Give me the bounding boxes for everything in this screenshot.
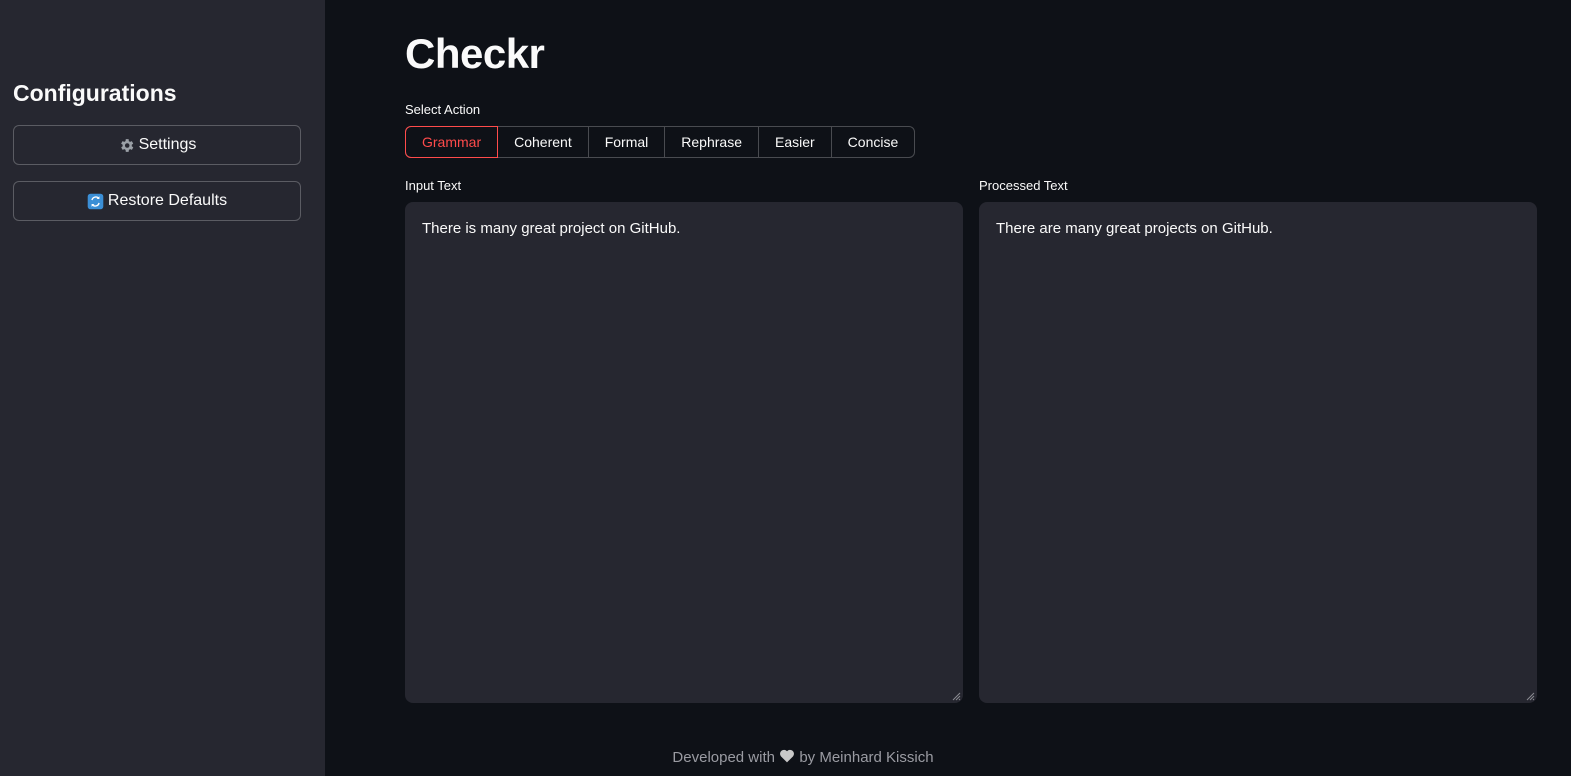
action-coherent[interactable]: Coherent xyxy=(498,127,589,157)
gear-icon xyxy=(118,137,135,154)
processed-text-value: There are many great projects on GitHub. xyxy=(996,220,1273,237)
action-segmented-control: Grammar Coherent Formal Rephrase Easier … xyxy=(405,126,916,158)
action-formal[interactable]: Formal xyxy=(589,127,666,157)
select-action-label: Select Action xyxy=(405,102,481,117)
footer-suffix: by Meinhard Kissich xyxy=(799,749,934,766)
resize-handle-icon[interactable] xyxy=(951,691,961,701)
resize-handle-icon[interactable] xyxy=(1525,691,1535,701)
action-easier[interactable]: Easier xyxy=(759,127,832,157)
processed-text-label: Processed Text xyxy=(979,178,1068,193)
input-text-value: There is many great project on GitHub. xyxy=(422,220,681,237)
footer: Developed with by Meinhard Kissich xyxy=(325,749,1281,766)
settings-label: Settings xyxy=(138,136,197,153)
footer-prefix: Developed with xyxy=(672,749,775,766)
input-text-label: Input Text xyxy=(405,178,462,193)
page-title: Checkr xyxy=(405,30,545,77)
action-rephrase[interactable]: Rephrase xyxy=(665,127,759,157)
action-grammar[interactable]: Grammar xyxy=(405,126,499,158)
sidebar: Configurations Settings Restore Defaults xyxy=(0,0,325,776)
heart-icon xyxy=(779,749,799,766)
restore-defaults-label: Restore Defaults xyxy=(107,192,228,209)
restore-defaults-button[interactable]: Restore Defaults xyxy=(13,181,301,221)
processed-text-area[interactable]: There are many great projects on GitHub. xyxy=(979,202,1537,703)
sidebar-title: Configurations xyxy=(13,80,177,106)
refresh-icon xyxy=(87,193,104,210)
input-text-area[interactable]: There is many great project on GitHub. xyxy=(405,202,963,703)
settings-button[interactable]: Settings xyxy=(13,125,301,165)
action-concise[interactable]: Concise xyxy=(832,127,915,157)
